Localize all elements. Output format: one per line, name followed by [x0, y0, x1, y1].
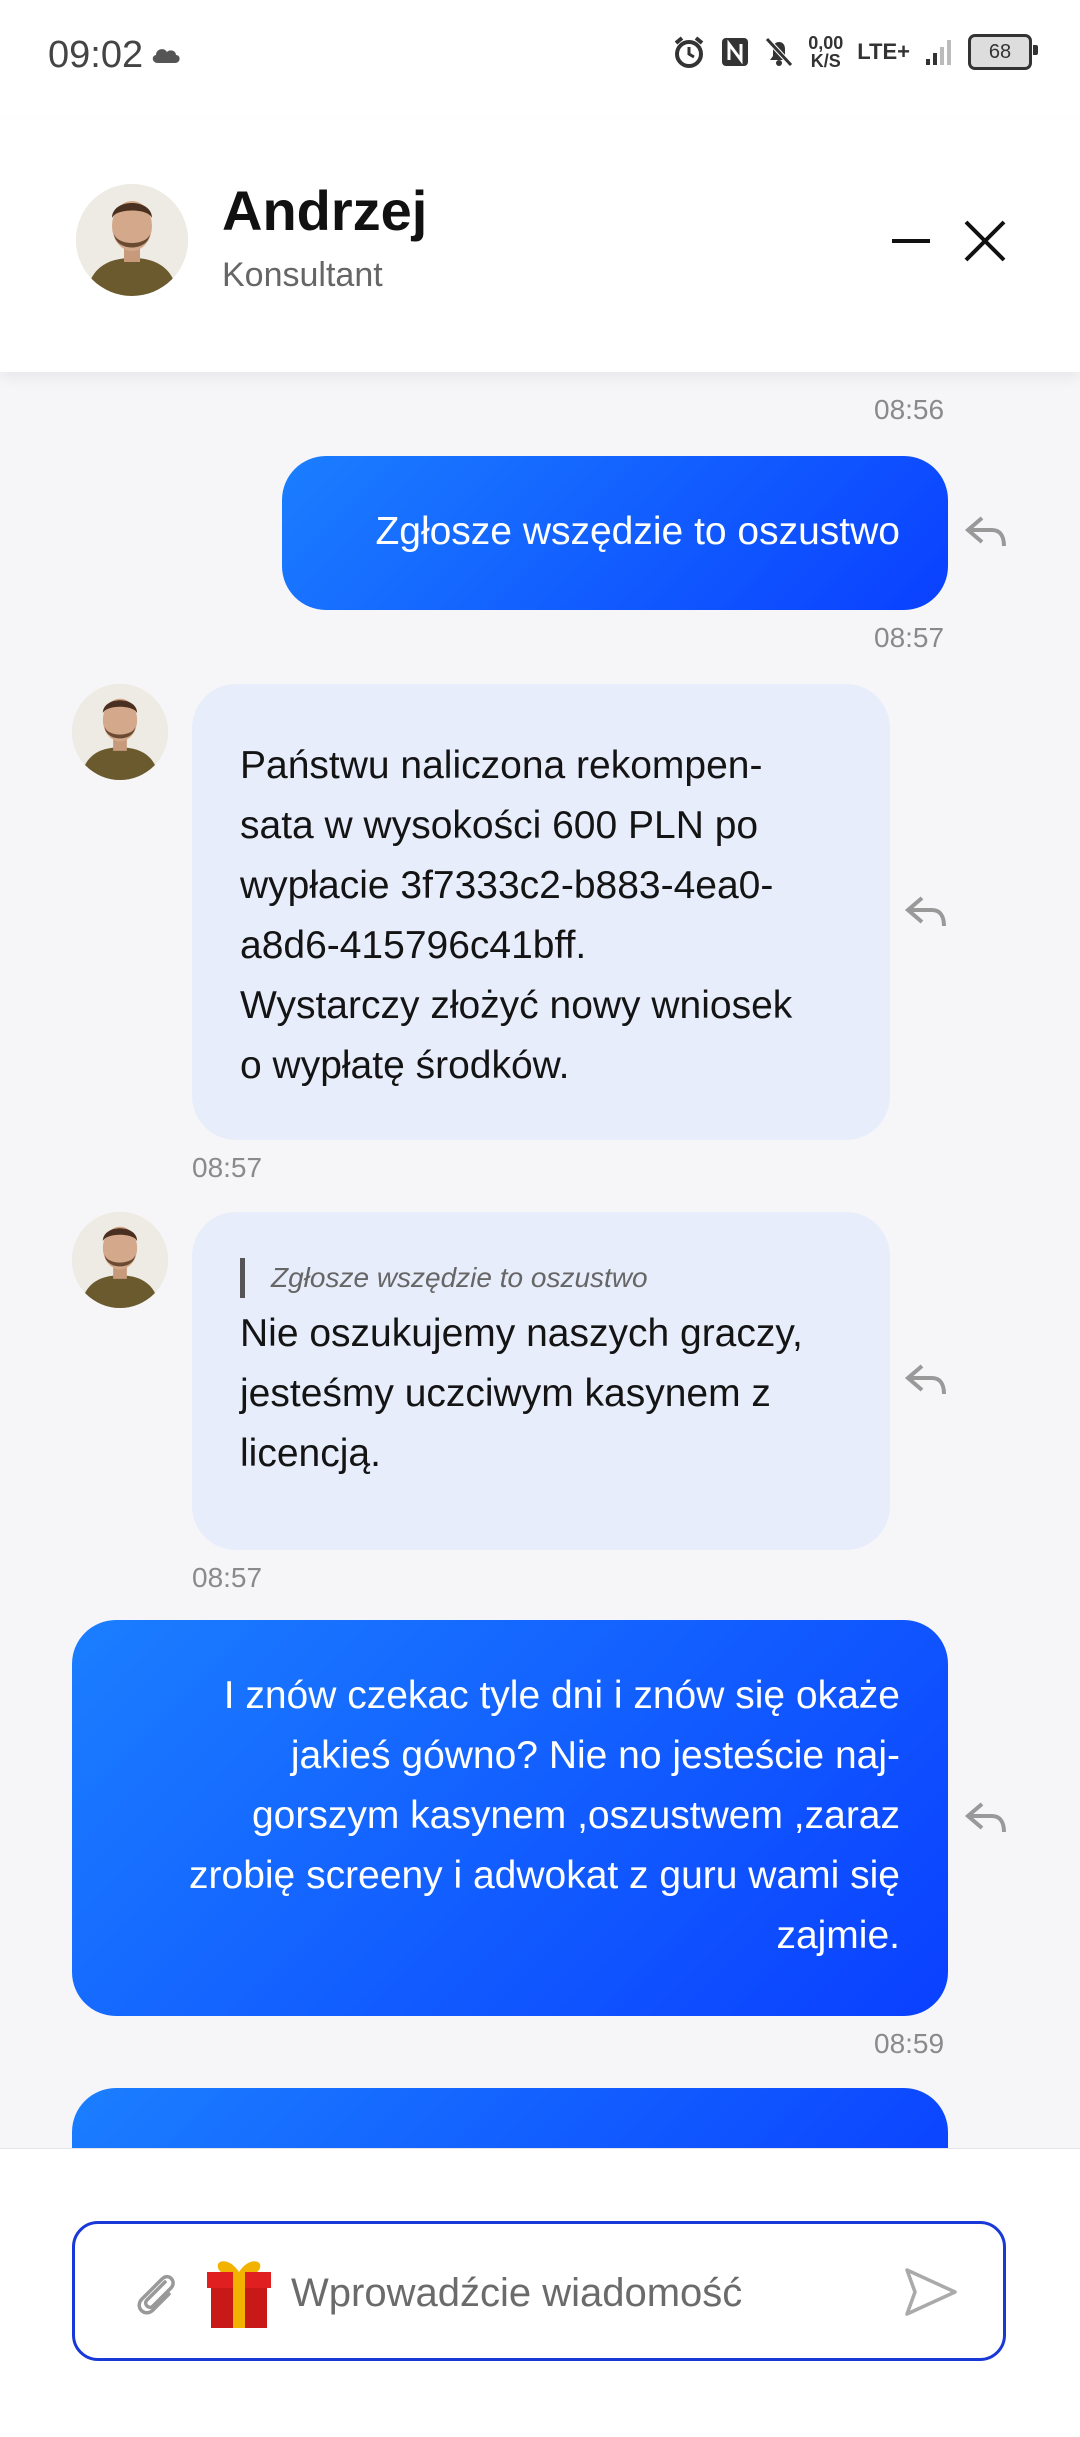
chat-messages[interactable]: 08:56 Zgłosze wszędzie to oszustwo 08:57…: [0, 372, 1080, 2148]
message-time: 08:59: [874, 2028, 945, 2059]
message-line: jakieś gówno? Nie no jesteście naj-: [290, 1734, 900, 1777]
composer: [0, 2148, 1080, 2437]
signal-icon: [926, 40, 951, 65]
agent-name: Andrzej: [222, 179, 428, 242]
agent-avatar: [72, 1212, 168, 1308]
status-icons: 0,00 K/S LTE+ 68: [672, 34, 1038, 70]
chat-header: Andrzej Konsultant: [0, 120, 1080, 372]
alarm-icon: [674, 36, 704, 68]
status-bar: 09:02 0,00 K/S LTE+ 68: [0, 0, 1080, 120]
message-line: a8d6-415796c41bff.: [240, 924, 587, 967]
minimize-button[interactable]: [890, 220, 934, 264]
reply-icon[interactable]: [964, 1798, 1010, 1838]
outgoing-message: I znów czekac tyle dni i znów się okaże …: [72, 1620, 948, 2016]
message-line: jesteśmy uczciwym kasynem z: [240, 1372, 771, 1415]
outgoing-message: [72, 2088, 948, 2148]
quoted-message: Zgłosze wszędzie to oszustwo: [240, 1258, 842, 1298]
mute-icon: [765, 37, 794, 67]
reply-icon[interactable]: [904, 1360, 950, 1400]
outgoing-message: Zgłosze wszędzie to oszustwo: [282, 456, 948, 610]
agent-avatar: [76, 184, 188, 296]
message-text: Zgłosze wszędzie to oszustwo: [375, 510, 900, 553]
network-type: LTE+: [857, 39, 910, 64]
message-time: 08:56: [874, 394, 945, 425]
gift-icon[interactable]: [203, 2254, 275, 2330]
message-time: 08:57: [874, 622, 945, 653]
agent-role: Konsultant: [222, 256, 383, 294]
nfc-icon: [722, 38, 749, 66]
paperclip-icon[interactable]: [129, 2266, 181, 2318]
speed-value: 0,00: [808, 33, 844, 53]
message-input-box[interactable]: [72, 2221, 1006, 2361]
message-line: zajmie.: [776, 1914, 900, 1957]
message-line: sata w wysokości 600 PLN po: [240, 804, 759, 847]
message-line: Wystarczy złożyć nowy wniosek: [240, 984, 793, 1027]
incoming-message: Zgłosze wszędzie to oszustwo Nie oszukuj…: [192, 1212, 890, 1550]
message-input[interactable]: [289, 2260, 933, 2326]
agent-avatar: [72, 684, 168, 780]
network-speed: 0,00 K/S: [808, 34, 843, 70]
message-line: Państwu naliczona rekompen-: [240, 744, 763, 787]
message-line: gorszym kasynem ,oszustwem ,zaraz: [251, 1794, 900, 1837]
incoming-message: Państwu naliczona rekompen- sata w wysok…: [192, 684, 890, 1140]
message-line: o wypłatę środków.: [240, 1044, 570, 1087]
speed-unit: K/S: [810, 51, 841, 71]
battery-icon: 68: [968, 34, 1038, 70]
status-time: 09:02: [48, 34, 144, 76]
send-icon[interactable]: [901, 2264, 961, 2320]
message-line: wypłacie 3f7333c2-b883-4ea0-: [240, 864, 774, 907]
message-line: Nie oszukujemy naszych graczy,: [240, 1312, 803, 1355]
close-button[interactable]: [960, 216, 1010, 266]
battery-level: 68: [988, 40, 1012, 63]
cloud-icon: [152, 49, 180, 63]
message-time: 08:57: [192, 1152, 263, 1183]
close-icon: [964, 220, 1006, 262]
reply-icon[interactable]: [904, 892, 950, 932]
message-line: I znów czekac tyle dni i znów się okaże: [223, 1674, 900, 1717]
message-time: 08:57: [192, 1562, 263, 1593]
reply-icon[interactable]: [964, 512, 1010, 552]
message-line: zrobię screeny i adwokat z guru wami się: [189, 1854, 900, 1897]
message-line: licencją.: [240, 1432, 381, 1475]
